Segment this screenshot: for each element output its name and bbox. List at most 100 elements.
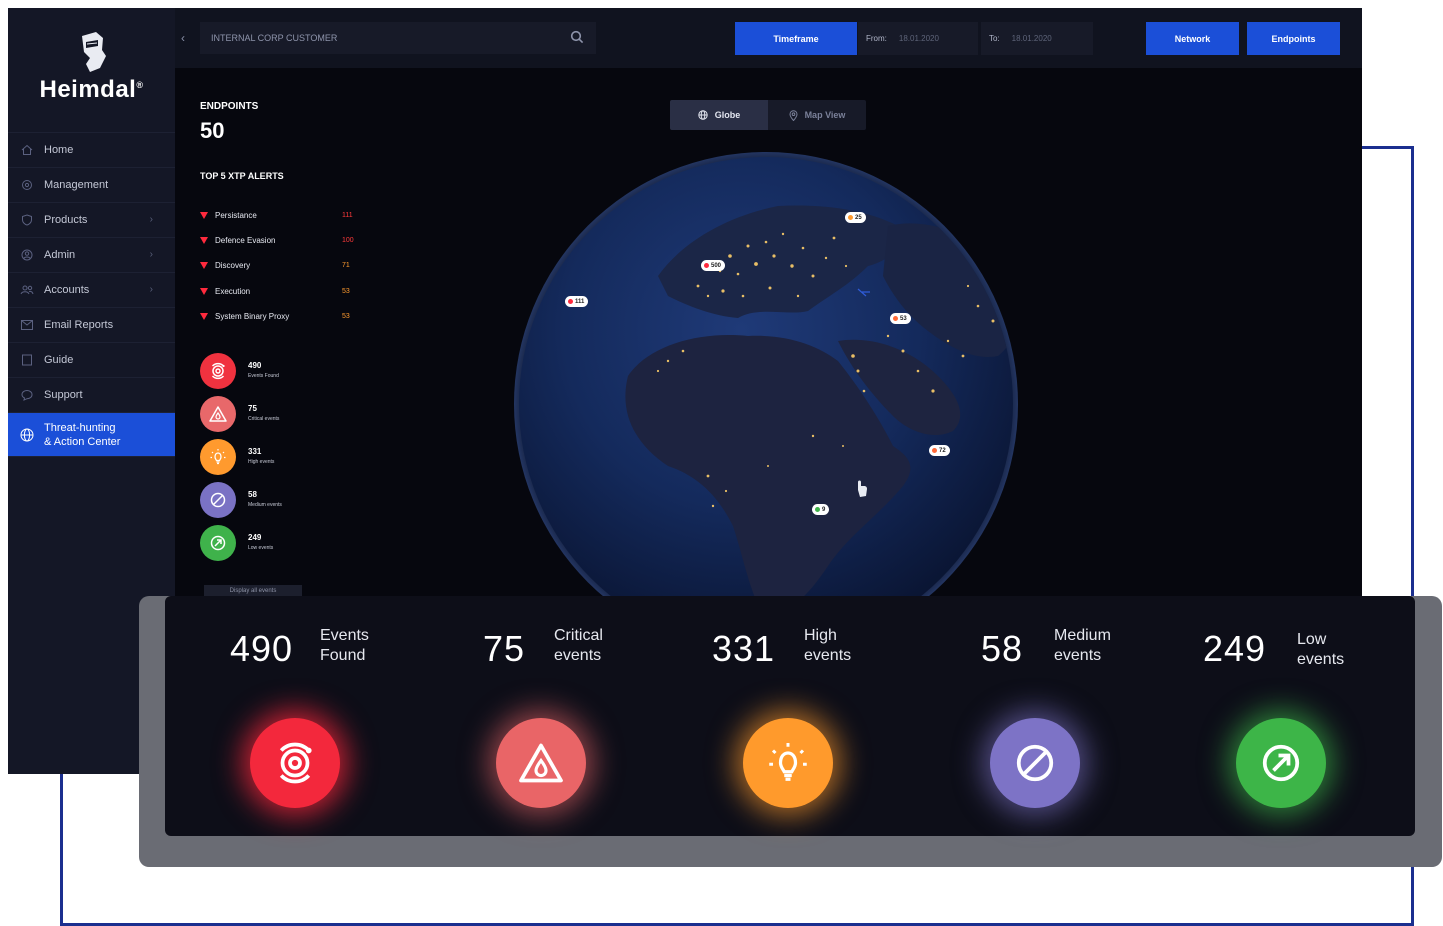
alert-count: 53	[342, 287, 350, 295]
event-label: Medium events	[248, 502, 282, 508]
stat-label-line2: Found	[320, 647, 366, 664]
globe-marker[interactable]: 500	[701, 260, 726, 271]
warning-icon	[200, 396, 236, 432]
mail-icon	[20, 318, 34, 332]
chevron-right-icon: ›	[149, 214, 153, 225]
stat-label: Events Found	[320, 626, 400, 666]
alert-triangle-icon	[200, 211, 208, 219]
event-summary-row[interactable]: 58 Medium events	[200, 482, 340, 518]
stat-label: High events	[804, 626, 884, 666]
radar-icon[interactable]	[250, 718, 340, 808]
alert-count: 71	[342, 261, 350, 269]
block-icon[interactable]	[990, 718, 1080, 808]
sidebar-item-support[interactable]: Support	[8, 377, 175, 412]
shield-icon	[20, 213, 34, 227]
event-count: 490	[248, 361, 262, 370]
sidebar-item-accounts[interactable]: Accounts ›	[8, 272, 175, 307]
globe-marker[interactable]: 111	[565, 296, 589, 307]
marker-count: 53	[900, 315, 907, 322]
globe-marker[interactable]: 72	[929, 445, 950, 456]
sidebar-item-guide[interactable]: Guide	[8, 342, 175, 377]
xtp-alert-row[interactable]: System Binary Proxy 53	[200, 309, 360, 323]
search-value: INTERNAL CORP CUSTOMER	[211, 33, 338, 43]
sidebar-item-email-reports[interactable]: Email Reports	[8, 307, 175, 342]
gear-icon	[20, 178, 34, 192]
map-view-button[interactable]: Map View	[768, 100, 866, 130]
endpoints-button[interactable]: Endpoints	[1247, 22, 1340, 55]
warning-icon[interactable]	[496, 718, 586, 808]
sidebar-item-admin[interactable]: Admin ›	[8, 237, 175, 272]
stat-count: 490	[230, 628, 294, 669]
globe-view-label: Globe	[714, 110, 741, 120]
sidebar-item-label: Accounts	[44, 284, 90, 296]
radar-icon	[200, 353, 236, 389]
alert-count: 100	[342, 236, 354, 244]
stat-label-line2: events	[554, 647, 602, 664]
book-icon	[20, 353, 34, 367]
from-label: From:	[866, 34, 887, 43]
bulb-icon[interactable]	[743, 718, 833, 808]
marker-dot-icon	[893, 316, 898, 321]
marker-dot-icon	[932, 448, 937, 453]
brand-logo[interactable]: Heimdal®	[8, 30, 175, 104]
sidebar-item-label: Management	[44, 179, 109, 191]
event-label: Critical events	[248, 416, 280, 422]
search-icon[interactable]	[570, 30, 584, 46]
chevron-right-icon: ›	[149, 284, 153, 295]
stat-count: 58	[981, 628, 1024, 669]
to-value: 18.01.2020	[1011, 34, 1052, 43]
marker-dot-icon	[815, 507, 820, 512]
sidebar-item-products[interactable]: Products ›	[8, 202, 175, 237]
network-button[interactable]: Network	[1146, 22, 1239, 55]
sidebar-item-label: Email Reports	[44, 319, 114, 331]
xtp-alert-row[interactable]: Execution 53	[200, 284, 360, 298]
globe-marker[interactable]: 9	[812, 504, 830, 515]
search-input[interactable]: INTERNAL CORP CUSTOMER	[200, 22, 596, 54]
globe-marker[interactable]: 25	[845, 212, 866, 223]
stat-count: 75	[483, 628, 526, 669]
stats-overlay: 490 Events Found 75 Critical events 331 High eve…	[165, 596, 1415, 836]
globe-view-button[interactable]: Globe	[670, 100, 768, 130]
top-bar: ‹ INTERNAL CORP CUSTOMER Timeframe From:…	[175, 8, 1362, 68]
users-icon	[20, 283, 34, 297]
sidebar-item-threat-hunting[interactable]: Threat-hunting & Action Center	[8, 412, 175, 456]
xtp-alert-row[interactable]: Defence Evasion 100	[200, 233, 360, 247]
map-view-label: Map View	[804, 110, 846, 120]
event-count: 58	[248, 490, 257, 499]
stat-label-line1: Low	[1297, 631, 1327, 648]
sidebar-item-management[interactable]: Management	[8, 167, 175, 202]
user-circle-icon	[20, 248, 34, 262]
stat-label-line1: Events	[320, 627, 369, 644]
event-summary-row[interactable]: 490 Events Found	[200, 353, 340, 389]
xtp-alert-row[interactable]: Discovery 71	[200, 258, 360, 272]
sidebar-nav: Home Management Products › Admin › Accou…	[8, 132, 175, 457]
marker-dot-icon	[704, 263, 709, 268]
event-count: 75	[248, 404, 257, 413]
map-pin-icon	[789, 109, 798, 121]
event-summary-row[interactable]: 75 Critical events	[200, 396, 340, 432]
xtp-alert-row[interactable]: Persistance 111	[200, 208, 360, 222]
stat-label: Critical events	[554, 626, 634, 666]
from-date-field[interactable]: From: 18.01.2020	[858, 22, 978, 55]
alert-name: Execution	[215, 286, 251, 296]
sidebar-item-home[interactable]: Home	[8, 132, 175, 167]
marker-count: 72	[939, 447, 946, 454]
marker-count: 9	[822, 506, 826, 513]
chat-icon	[20, 388, 34, 402]
event-label: Events Found	[248, 373, 279, 379]
earth-globe[interactable]	[508, 146, 1028, 616]
timeframe-button[interactable]: Timeframe	[735, 22, 857, 55]
arrow-circle-icon[interactable]	[1236, 718, 1326, 808]
collapse-sidebar-button[interactable]: ‹	[175, 22, 191, 54]
globe-icon	[20, 428, 34, 442]
endpoints-label: ENDPOINTS	[200, 101, 259, 112]
marker-count: 25	[855, 214, 862, 221]
brand-registered-mark: ®	[136, 80, 144, 90]
to-date-field[interactable]: To: 18.01.2020	[981, 22, 1093, 55]
globe-marker[interactable]: 53	[890, 313, 911, 324]
view-toggle: Globe Map View	[670, 100, 866, 130]
bulb-icon	[200, 439, 236, 475]
event-summary-row[interactable]: 249 Low events	[200, 525, 340, 561]
alert-triangle-icon	[200, 287, 208, 295]
event-summary-row[interactable]: 331 High events	[200, 439, 340, 475]
